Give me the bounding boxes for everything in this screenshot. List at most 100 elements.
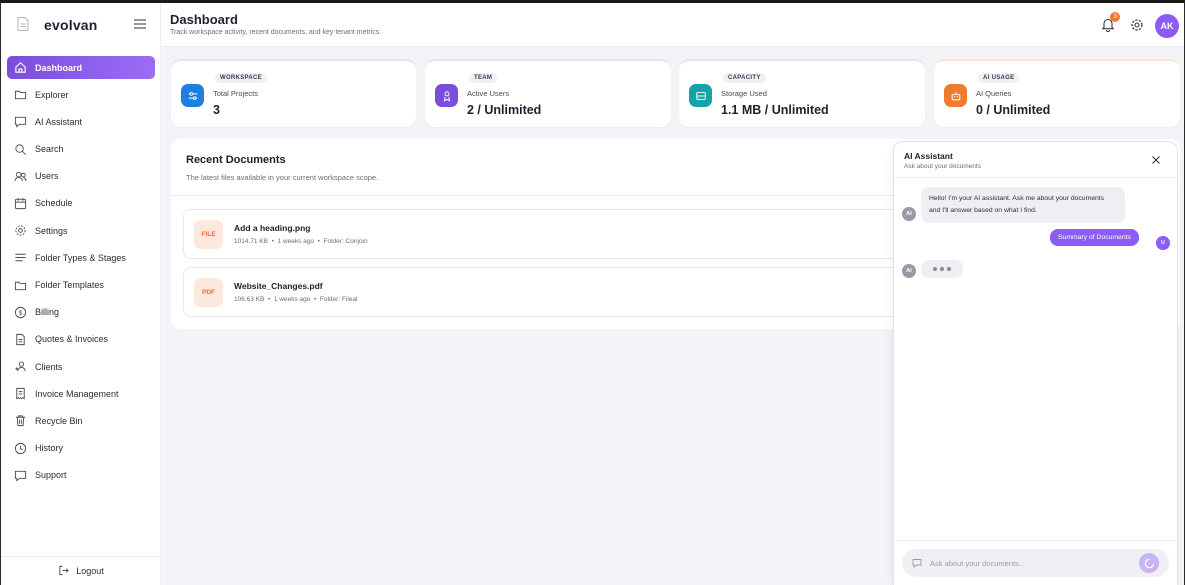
sidebar-item-explorer[interactable]: Explorer <box>7 83 155 106</box>
sidebar-item-label: History <box>35 443 64 454</box>
sidebar-item-billing[interactable]: $ Billing <box>7 301 155 324</box>
sidebar-item-label: Recycle Bin <box>35 415 83 426</box>
user-avatar: U <box>1156 236 1170 250</box>
sidebar-item-schedule[interactable]: Schedule <box>7 192 155 215</box>
document-age: 1 weeks ago <box>273 296 311 303</box>
document-meta: 1014.71 KB • 1 weeks ago • Folder: Conjo… <box>234 238 368 245</box>
sidebar-item-quotes-invoices[interactable]: Quotes & Invoices <box>7 328 155 351</box>
sidebar-item-search[interactable]: Search <box>7 138 155 161</box>
hamburger-menu-icon[interactable] <box>133 17 147 31</box>
document-icon <box>13 332 27 346</box>
stat-card-team: TEAM Active Users 2 / Unlimited <box>425 59 671 127</box>
search-icon <box>13 142 27 156</box>
clients-icon <box>13 360 27 374</box>
gear-icon <box>13 224 27 238</box>
stat-value: 0 / Unlimited <box>976 103 1051 117</box>
sidebar-item-label: Schedule <box>35 198 73 209</box>
sidebar-item-label: Billing <box>35 307 60 318</box>
section-title: Recent Documents <box>186 154 286 166</box>
ai-assistant-panel: AI Assistant Ask about your documents AI… <box>893 141 1178 585</box>
logout-icon <box>58 565 70 577</box>
stat-tag: AI USAGE <box>978 73 1020 83</box>
stat-value: 1.1 MB / Unlimited <box>721 103 829 117</box>
typing-indicator <box>921 260 963 278</box>
sidebar-item-label: Folder Types & Stages <box>35 252 126 263</box>
user-message: Summary of Documents <box>1050 229 1139 246</box>
sidebar-item-invoice-management[interactable]: Invoice Management <box>7 382 155 405</box>
logout-label: Logout <box>76 566 104 576</box>
document-name: Website_Changes.pdf <box>234 281 323 291</box>
ai-panel-subtitle: Ask about your documents <box>904 163 981 170</box>
brand: evolvan <box>1 3 161 47</box>
stat-label: Total Projects <box>213 89 259 98</box>
stat-tag: TEAM <box>469 73 498 83</box>
sidebar-item-label: Support <box>35 470 67 481</box>
sidebar-item-dashboard[interactable]: Dashboard <box>7 56 155 79</box>
ai-message: Hello! I'm your AI assistant. Ask me abo… <box>921 187 1125 223</box>
brand-name: evolvan <box>44 17 98 33</box>
stat-label: AI Queries <box>976 89 1012 98</box>
notification-badge: 3 <box>1110 12 1120 22</box>
sidebar-item-clients[interactable]: Clients <box>7 355 155 378</box>
document-name: Add a heading.png <box>234 223 311 233</box>
storage-icon <box>689 84 712 107</box>
sidebar-item-users[interactable]: Users <box>7 165 155 188</box>
sidebar-item-ai-assistant[interactable]: AI Assistant <box>7 110 155 133</box>
sidebar-item-folder-types[interactable]: Folder Types & Stages <box>7 246 155 269</box>
sidebar: evolvan Dashboard Explorer AI Assistant … <box>1 3 161 585</box>
separator: • <box>266 296 274 303</box>
ai-input-bar <box>894 540 1177 585</box>
sidebar-item-label: Invoice Management <box>35 388 119 399</box>
sidebar-item-history[interactable]: History <box>7 437 155 460</box>
separator: • <box>315 238 324 245</box>
invoice-icon <box>13 387 27 401</box>
chat-icon <box>13 468 27 482</box>
folder-icon <box>13 278 27 292</box>
file-type-badge: FILE <box>194 220 223 249</box>
page-title: Dashboard <box>170 12 238 27</box>
page-subtitle: Track workspace activity, recent documen… <box>170 29 382 36</box>
sidebar-item-label: Explorer <box>35 89 69 100</box>
stat-card-ai-usage: AI USAGE AI Queries 0 / Unlimited <box>934 59 1180 127</box>
stat-card-capacity: CAPACITY Storage Used 1.1 MB / Unlimited <box>679 59 925 127</box>
document-logo-icon <box>17 17 29 31</box>
folder-icon <box>13 88 27 102</box>
ai-question-input[interactable] <box>902 549 1169 577</box>
svg-text:$: $ <box>18 310 22 317</box>
clock-icon <box>13 441 27 455</box>
home-icon <box>13 61 27 75</box>
document-meta: 106.63 KB • 1 weeks ago • Folder: Fileal <box>234 296 357 303</box>
sidebar-item-recycle-bin[interactable]: Recycle Bin <box>7 409 155 432</box>
spinner-icon <box>1144 558 1154 568</box>
chat-bubble-icon <box>912 559 922 568</box>
top-header: Dashboard Track workspace activity, rece… <box>161 3 1184 47</box>
send-button[interactable] <box>1139 553 1159 573</box>
sidebar-item-label: Users <box>35 171 59 182</box>
separator: • <box>269 238 278 245</box>
sidebar-item-label: Dashboard <box>35 62 83 73</box>
sidebar-item-folder-templates[interactable]: Folder Templates <box>7 274 155 297</box>
file-type-badge: PDF <box>194 278 223 307</box>
sidebar-item-settings[interactable]: Settings <box>7 219 155 242</box>
app-window: evolvan Dashboard Explorer AI Assistant … <box>0 0 1185 585</box>
close-icon[interactable] <box>1151 155 1161 165</box>
sidebar-item-support[interactable]: Support <box>7 464 155 487</box>
divider <box>894 177 1177 178</box>
document-size: 106.63 KB <box>234 296 265 303</box>
list-icon <box>13 251 27 265</box>
ai-avatar: AI <box>902 264 916 278</box>
logout-button[interactable]: Logout <box>1 556 161 585</box>
calendar-icon <box>13 196 27 210</box>
ai-avatar: AI <box>902 207 916 221</box>
stat-label: Storage Used <box>721 89 767 98</box>
document-size: 1014.71 KB <box>234 238 268 245</box>
document-folder: Folder: Conjoin <box>323 238 368 245</box>
stat-tag: WORKSPACE <box>215 73 267 83</box>
sidebar-item-label: Search <box>35 144 64 155</box>
stat-value: 2 / Unlimited <box>467 103 542 117</box>
sidebar-nav: Dashboard Explorer AI Assistant Search U… <box>7 56 155 491</box>
avatar[interactable]: AK <box>1155 14 1179 38</box>
robot-icon <box>944 84 967 107</box>
gear-icon[interactable] <box>1130 18 1144 32</box>
trash-icon <box>13 414 27 428</box>
